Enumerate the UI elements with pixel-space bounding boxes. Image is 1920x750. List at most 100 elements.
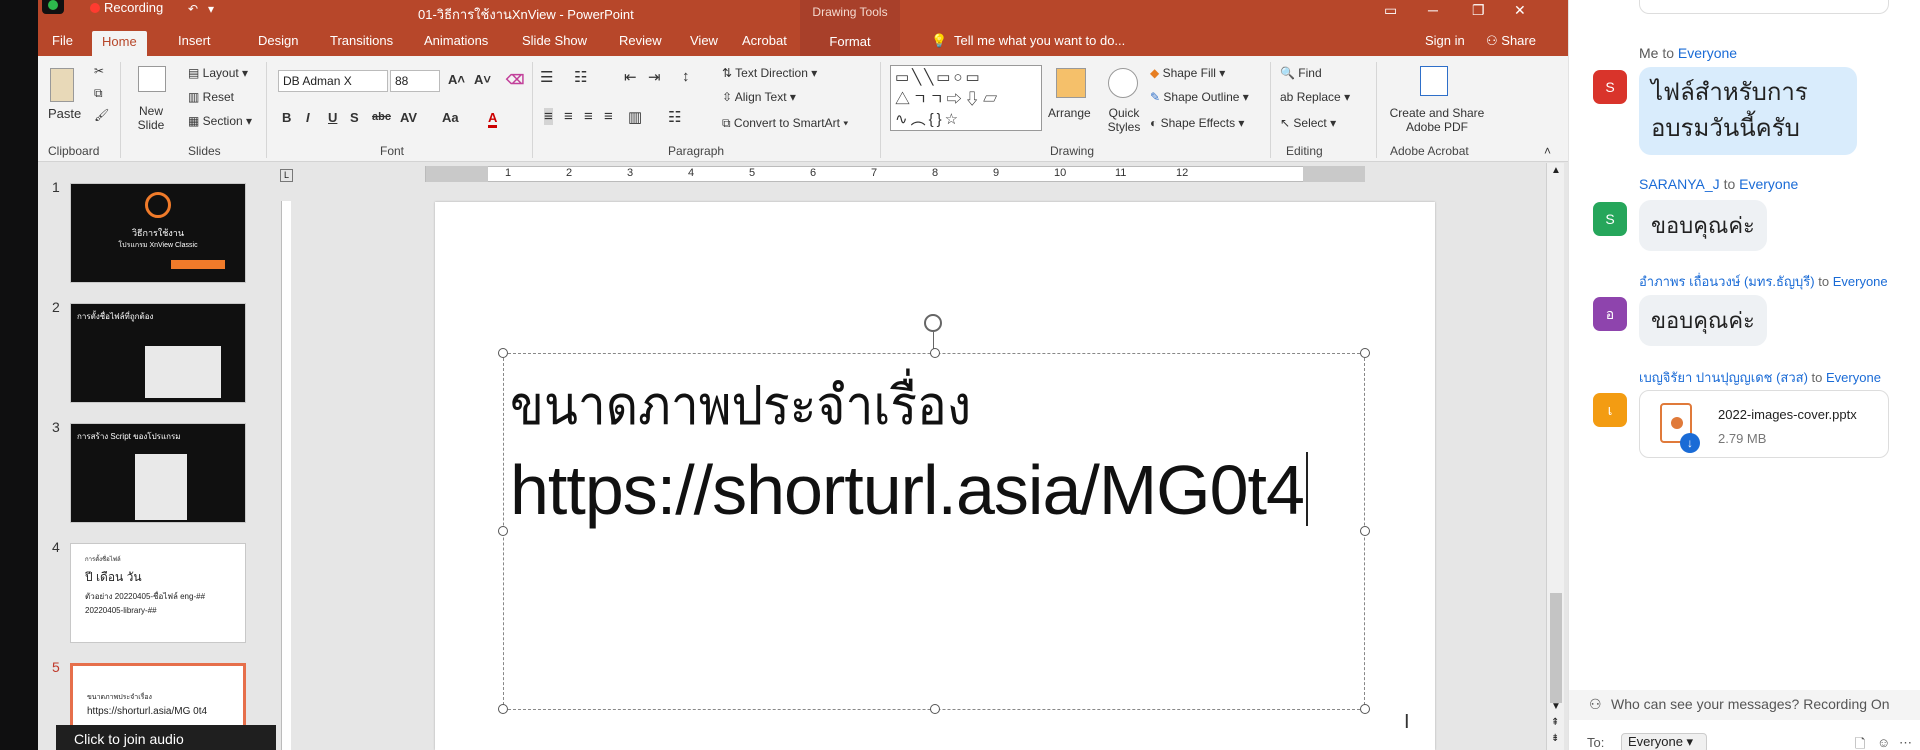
tab-file[interactable]: File xyxy=(52,33,73,48)
new-slide-icon[interactable] xyxy=(138,66,166,92)
previous-slide-icon[interactable]: ⇞ xyxy=(1551,717,1559,728)
quick-styles-button[interactable]: Quick Styles xyxy=(1104,106,1144,134)
file-attachment[interactable]: ↓ 2022-images-cover.pptx 2.79 MB xyxy=(1639,390,1889,458)
resize-handle[interactable] xyxy=(498,348,508,358)
tab-slide-show[interactable]: Slide Show xyxy=(522,33,587,48)
scroll-up-icon[interactable]: ▲ xyxy=(1551,165,1561,176)
bold-icon[interactable]: B xyxy=(282,110,291,125)
slide-thumbnail-4[interactable]: การตั้งชื่อไฟล์ ปี เดือน วัน ตัวอย่าง 20… xyxy=(70,543,246,643)
layout-button[interactable]: ▤ Layout ▾ xyxy=(188,66,248,80)
slide-thumbnail-1[interactable]: วิธีการใช้งาน โปรแกรม XnView Classic xyxy=(70,183,246,283)
text-box-selected[interactable]: ขนาดภาพประจำเรื่อง https://shorturl.asia… xyxy=(498,314,1410,733)
tab-transitions[interactable]: Transitions xyxy=(330,33,393,48)
italic-icon[interactable]: I xyxy=(306,110,310,125)
quick-styles-icon[interactable] xyxy=(1108,68,1138,98)
text-direction-button[interactable]: ⇅ Text Direction ▾ xyxy=(722,66,817,80)
share-button[interactable]: ⚇ Share xyxy=(1486,33,1536,49)
scrollbar-thumb[interactable] xyxy=(1550,593,1562,703)
justify-icon[interactable]: ≡ xyxy=(604,108,613,125)
shadow-icon[interactable]: S xyxy=(350,110,359,125)
shrink-font-icon[interactable]: A˅ xyxy=(474,72,491,87)
arrange-button[interactable]: Arrange xyxy=(1048,106,1091,120)
char-spacing-icon[interactable]: AV xyxy=(400,110,417,125)
paste-icon[interactable] xyxy=(50,68,74,102)
slide-thumbnail-3[interactable]: การสร้าง Script ของโปรแกรม xyxy=(70,423,246,523)
resize-handle[interactable] xyxy=(1360,348,1370,358)
arrange-icon[interactable] xyxy=(1056,68,1086,98)
slide-thumbnail-2[interactable]: การตั้งชื่อไฟล์ที่ถูกต้อง xyxy=(70,303,246,403)
collapse-ribbon-icon[interactable]: ˄ xyxy=(1544,144,1551,158)
shape-outline-button[interactable]: ✎ Shape Outline ▾ xyxy=(1150,90,1249,104)
restore-icon[interactable]: ❐ xyxy=(1472,2,1485,19)
tab-stop-selector-icon[interactable]: L xyxy=(280,169,293,182)
bullets-icon[interactable]: ☰ xyxy=(540,68,553,86)
resize-handle[interactable] xyxy=(930,704,940,714)
new-slide-button[interactable]: New Slide xyxy=(126,104,176,132)
reset-button[interactable]: ▥ Reset xyxy=(188,90,234,104)
paste-button[interactable]: Paste xyxy=(48,106,81,121)
tab-format[interactable]: Format xyxy=(800,28,900,56)
align-center-icon[interactable]: ≡ xyxy=(564,108,573,125)
resize-handle[interactable] xyxy=(498,526,508,536)
tab-insert[interactable]: Insert xyxy=(178,33,211,48)
select-button[interactable]: ↖ Select ▾ xyxy=(1280,116,1336,130)
increase-indent-icon[interactable]: ⇥ xyxy=(648,68,661,86)
copy-icon[interactable]: ⧉ xyxy=(94,86,103,101)
shape-effects-button[interactable]: ◐ Shape Effects ▾ xyxy=(1150,116,1244,130)
rotate-handle-icon[interactable] xyxy=(924,314,942,332)
align-left-icon[interactable]: ≡ xyxy=(544,108,553,125)
tab-animations[interactable]: Animations xyxy=(424,33,488,48)
recording-indicator[interactable]: Recording xyxy=(90,0,163,15)
font-size-combo[interactable]: 88 xyxy=(390,70,440,92)
shapes-gallery[interactable]: ▭╲╲▭○▭ △ㄱㄱ⇨⇩▱ ∿︵{}☆ xyxy=(890,65,1042,131)
recipient[interactable]: Everyone xyxy=(1678,45,1737,61)
sender-name[interactable]: เบญจิรัยา ปานปุญญเดช (สวส) xyxy=(1639,370,1808,385)
more-options-icon[interactable]: ⋯ xyxy=(1899,735,1912,750)
line-spacing-icon[interactable]: ↕ xyxy=(682,68,690,85)
sender-name[interactable]: อำภาพร เถื่อนวงษ์ (มทร.ธัญบุรี) xyxy=(1639,274,1815,289)
numbering-icon[interactable]: ☷ xyxy=(574,68,587,86)
align-right-icon[interactable]: ≡ xyxy=(584,108,593,125)
resize-handle[interactable] xyxy=(930,348,940,358)
join-audio-tooltip[interactable]: Click to join audio xyxy=(56,725,276,750)
privacy-notice[interactable]: ⚇ Who can see your messages? Recording O… xyxy=(1569,690,1920,720)
message-bubble[interactable]: ขอบคุณค่ะ xyxy=(1639,295,1767,346)
column-layout-icon[interactable]: ☷ xyxy=(668,108,681,126)
grow-font-icon[interactable]: A˄ xyxy=(448,72,465,87)
change-case-icon[interactable]: Aa xyxy=(442,110,459,125)
resize-handle[interactable] xyxy=(1360,526,1370,536)
cut-icon[interactable]: ✂ xyxy=(94,64,104,78)
customize-qat-icon[interactable]: ▾ xyxy=(208,2,214,16)
ribbon-display-icon[interactable]: ▭ xyxy=(1384,2,1397,19)
tab-view[interactable]: View xyxy=(690,33,718,48)
close-icon[interactable]: ✕ xyxy=(1514,2,1526,19)
message-bubble[interactable]: ขอบคุณค่ะ xyxy=(1639,200,1767,251)
file-share-icon[interactable]: 🗋 xyxy=(1855,735,1865,750)
font-name-combo[interactable]: DB Adman X xyxy=(278,70,388,92)
tab-acrobat[interactable]: Acrobat xyxy=(742,33,787,48)
recipient-select[interactable]: Everyone ▾ xyxy=(1621,733,1707,750)
format-painter-icon[interactable]: 🖌 xyxy=(94,108,109,122)
shape-fill-button[interactable]: ◆ Shape Fill ▾ xyxy=(1150,66,1225,80)
section-button[interactable]: ▦ Section ▾ xyxy=(188,114,252,128)
sender-name[interactable]: SARANYA_J xyxy=(1639,176,1720,192)
align-text-button[interactable]: ⇳ Align Text ▾ xyxy=(722,90,796,104)
minimize-icon[interactable]: ─ xyxy=(1428,2,1438,18)
sign-in-link[interactable]: Sign in xyxy=(1425,33,1465,48)
decrease-indent-icon[interactable]: ⇤ xyxy=(624,68,637,86)
resize-handle[interactable] xyxy=(498,704,508,714)
replace-button[interactable]: ab Replace ▾ xyxy=(1280,90,1350,104)
message-bubble[interactable]: ไฟล์สำหรับการอบรมวันนี้ครับ xyxy=(1639,67,1857,155)
undo-icon[interactable]: ↶ xyxy=(188,2,198,16)
columns-icon[interactable]: ▥ xyxy=(628,108,642,126)
strikethrough-icon[interactable]: abc xyxy=(372,111,391,123)
scroll-down-icon[interactable]: ▼ xyxy=(1551,701,1561,712)
current-slide[interactable]: ขนาดภาพประจำเรื่อง https://shorturl.asia… xyxy=(435,202,1435,750)
convert-smartart-button[interactable]: ⧉ Convert to SmartArt ▾ xyxy=(722,116,848,131)
font-color-icon[interactable]: A xyxy=(488,110,498,128)
underline-icon[interactable]: U xyxy=(328,110,337,125)
tab-design[interactable]: Design xyxy=(258,33,298,48)
next-slide-icon[interactable]: ⇟ xyxy=(1551,733,1559,744)
recipient[interactable]: Everyone xyxy=(1833,274,1888,289)
slide-url-text[interactable]: https://shorturl.asia/MG0t4 xyxy=(510,450,1308,530)
